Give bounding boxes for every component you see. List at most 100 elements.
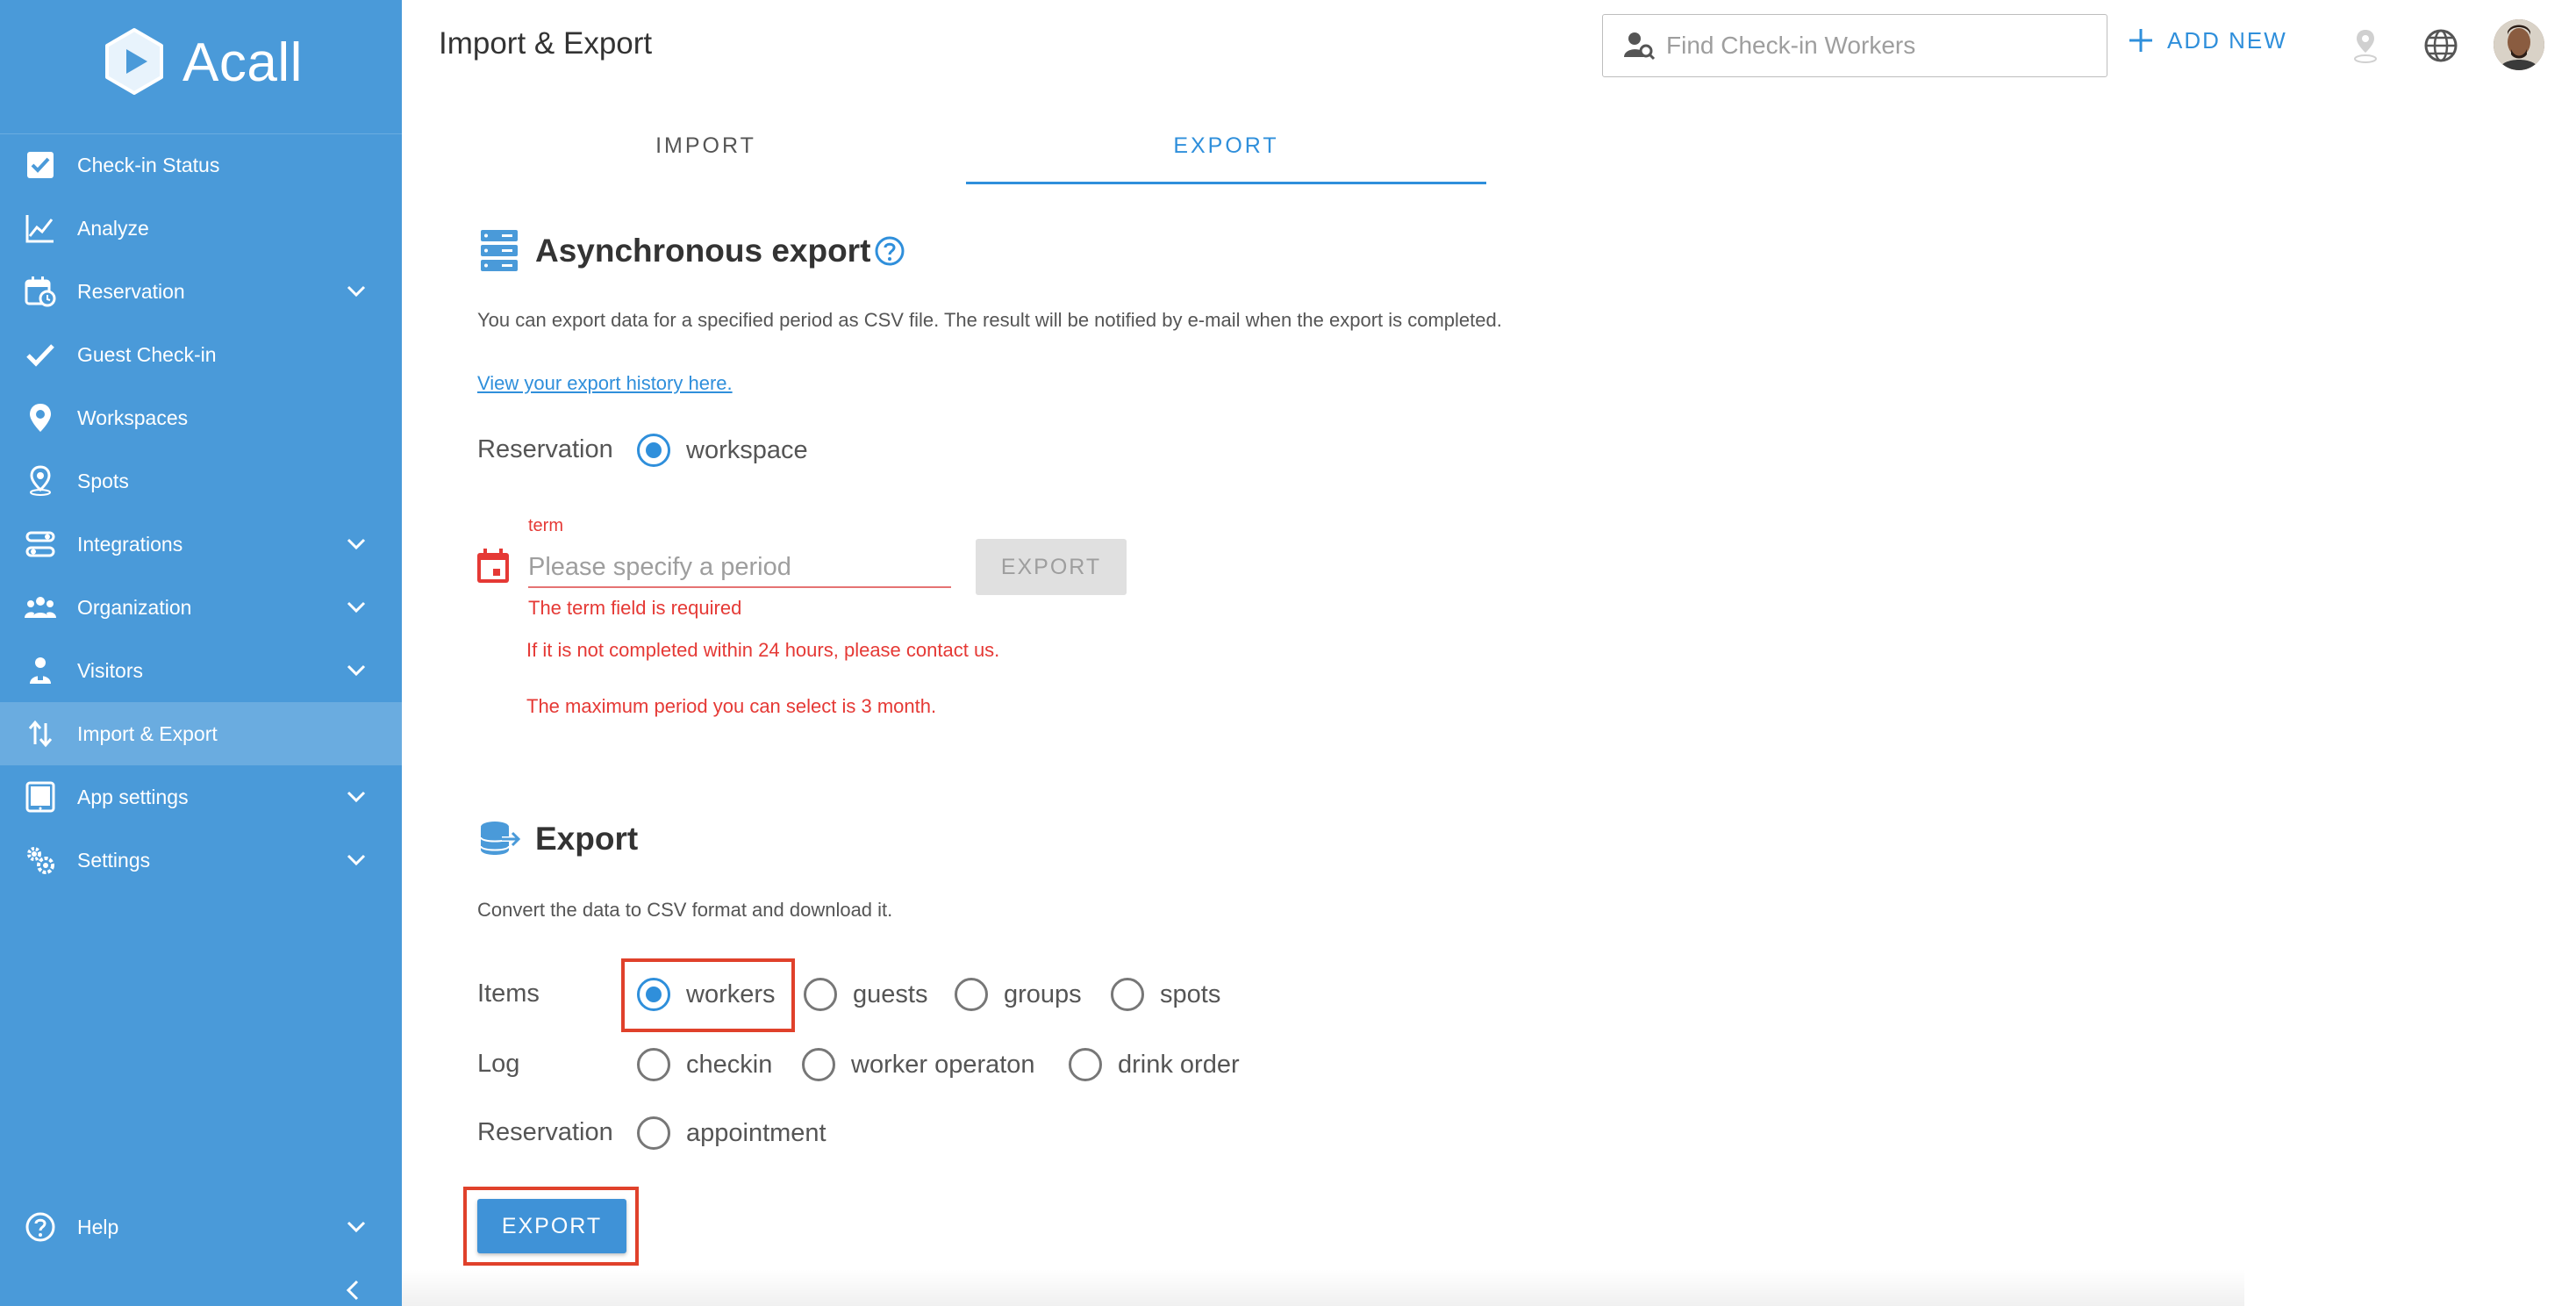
reservation-label: Reservation [477,435,613,463]
sidebar-item-import-export[interactable]: Import & Export [0,702,402,765]
calendar-clock-icon [23,274,58,309]
radio-label: workspace [686,435,808,464]
database-export-icon [480,822,521,855]
integrations-icon [23,527,58,562]
sidebar-item-label: Check-in Status [77,153,220,176]
radio-circle[interactable] [1069,1048,1102,1081]
sidebar-item-label: Settings [77,848,151,872]
map-pin-icon[interactable] [2348,28,2383,65]
sidebar-item-label: Integrations [77,532,183,556]
chevron-down-icon [347,601,366,614]
async-export-title: Asynchronous export [535,233,871,269]
sidebar-item-label: Visitors [77,658,143,682]
brand-name: Acall [182,32,303,93]
sidebar-item-reservation[interactable]: Reservation [0,260,402,323]
radio-workspace[interactable]: workspace [637,434,808,467]
sidebar-item-label: Workspaces [77,405,189,429]
term-error-message: The term field is required [528,597,742,619]
radio-groups[interactable]: groups [955,978,1082,1011]
radio-guests[interactable]: guests [804,978,927,1011]
plus-icon [2129,29,2152,52]
sidebar-item-analyze[interactable]: Analyze [0,197,402,260]
chevron-down-icon [347,285,366,298]
import-export-icon [23,716,58,751]
globe-icon[interactable] [2423,28,2458,63]
sidebar-item-app-settings[interactable]: App settings [0,765,402,829]
sidebar-item-label: Organization [77,595,192,619]
radio-label: worker operaton [851,1050,1035,1079]
sidebar-item-label: App settings [77,785,189,808]
checkbox-icon [23,147,58,183]
sidebar-item-help[interactable]: Help [0,1195,402,1259]
calendar-icon[interactable] [476,548,511,585]
radio-label: drink order [1118,1050,1240,1079]
export-history-link[interactable]: View your export history here. [477,372,733,395]
radio-circle[interactable] [802,1048,835,1081]
location-pin-icon [23,400,58,435]
radio-label: checkin [686,1050,773,1079]
chevron-down-icon [347,791,366,803]
radio-circle[interactable] [1111,978,1144,1011]
async-export-button[interactable]: EXPORT [976,539,1127,595]
chevron-down-icon [347,1221,366,1233]
add-new-label: ADD NEW [2167,26,2287,54]
user-avatar[interactable] [2494,19,2544,70]
radio-checkin[interactable]: checkin [637,1048,772,1081]
radio-spots[interactable]: spots [1111,978,1220,1011]
sidebar-item-workspaces[interactable]: Workspaces [0,386,402,449]
chevron-down-icon [347,854,366,866]
radio-appointment[interactable]: appointment [637,1116,826,1150]
spot-pin-icon [23,463,58,499]
add-new-button[interactable]: ADD NEW [2127,26,2287,54]
chevron-down-icon [347,538,366,550]
sidebar-item-spots[interactable]: Spots [0,449,402,513]
radio-drink-order[interactable]: drink order [1069,1048,1240,1081]
people-icon [23,590,58,625]
radio-worker-operaton[interactable]: worker operaton [802,1048,1035,1081]
search-input[interactable] [1666,32,2087,60]
checkmark-icon [23,337,58,372]
radio-circle[interactable] [804,978,837,1011]
help-question-icon[interactable] [874,235,905,267]
tab-import[interactable]: IMPORT [446,123,966,184]
radio-circle[interactable] [637,1116,670,1150]
person-search-icon [1624,32,1656,61]
page-title: Import & Export [439,26,653,61]
highlight-box-workers [621,958,795,1032]
tab-export[interactable]: EXPORT [966,123,1486,184]
radio-circle[interactable] [637,1048,670,1081]
search-box[interactable] [1602,14,2107,77]
sidebar-item-label: Help [77,1215,119,1238]
export-reservation-label: Reservation [477,1118,613,1146]
sidebar-item-guest-check-in[interactable]: Guest Check-in [0,323,402,386]
sidebar-item-label: Reservation [77,279,185,303]
collapse-sidebar-chevron-left-icon[interactable] [342,1278,363,1302]
radio-circle[interactable] [955,978,988,1011]
highlight-box-export-button [463,1187,639,1266]
note-24-hours: If it is not completed within 24 hours, … [526,639,1000,661]
export-header: Export [479,820,638,858]
term-input[interactable] [528,548,951,588]
user-photo [2494,19,2544,70]
page-bottom-shadow [402,1269,2244,1306]
sidebar-item-label: Guest Check-in [77,342,217,366]
chevron-down-icon [347,664,366,677]
term-label: term [528,516,563,535]
sidebar-item-organization[interactable]: Organization [0,576,402,639]
async-export-description: You can export data for a specified peri… [477,309,1502,331]
sidebar-item-check-in-status[interactable]: Check-in Status [0,133,402,197]
sidebar-item-visitors[interactable]: Visitors [0,639,402,702]
radio-circle[interactable] [637,434,670,467]
sidebar-nav: Check-in Status Analyze Reservation Gues… [0,133,402,892]
note-max-period: The maximum period you can select is 3 m… [526,695,937,717]
gears-icon [23,843,58,878]
brand-logo[interactable]: Acall [98,26,303,98]
radio-label: spots [1160,980,1221,1008]
line-chart-icon [23,211,58,246]
sidebar-item-settings[interactable]: Settings [0,829,402,892]
async-export-header: Asynchronous export [481,230,905,272]
tablet-icon [23,779,58,814]
sidebar-item-integrations[interactable]: Integrations [0,513,402,576]
question-circle-icon [23,1209,58,1245]
export-title: Export [535,821,639,857]
